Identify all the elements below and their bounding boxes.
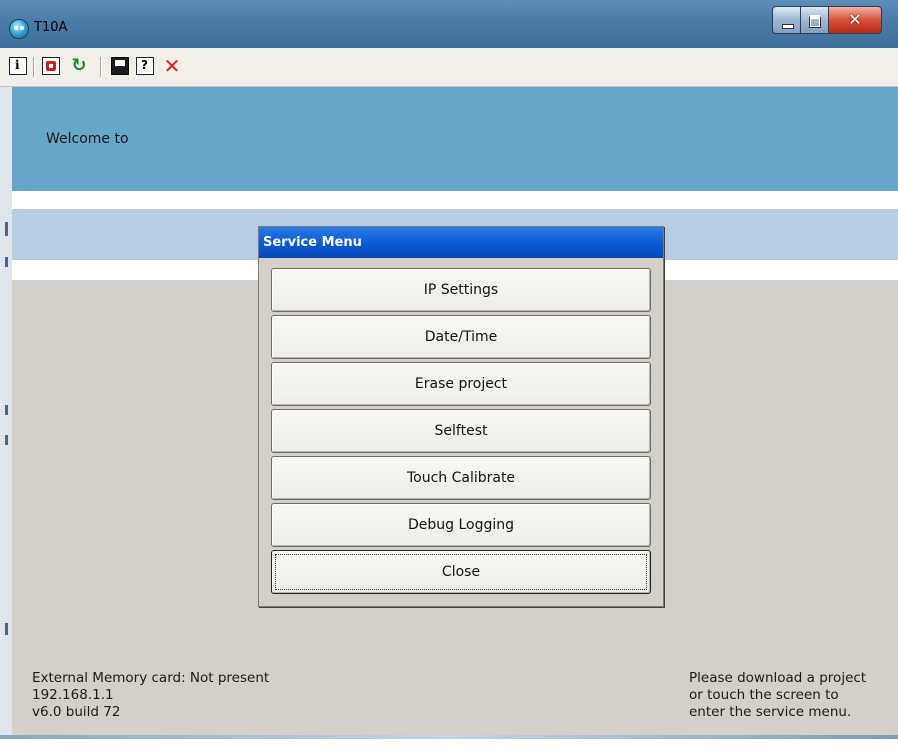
window-bottom-edge <box>0 735 898 752</box>
service-hint: Please download a project or touch the s… <box>689 670 894 721</box>
ip-settings-button[interactable]: IP Settings <box>271 268 651 312</box>
close-icon: ✕ <box>848 10 862 29</box>
hint-line: Please download a project <box>689 670 867 686</box>
service-menu-dialog: Service Menu IP Settings Date/Time Erase… <box>258 226 664 607</box>
erase-project-button[interactable]: Erase project <box>271 362 651 406</box>
maximize-button[interactable] <box>800 6 829 34</box>
separator-band <box>12 191 898 209</box>
memory-card-status: External Memory card: Not present <box>32 670 270 686</box>
toolbar-separator <box>33 57 35 77</box>
dialog-title-bar[interactable]: Service Menu <box>259 227 663 258</box>
close-button[interactable]: Close <box>271 550 651 594</box>
minimize-button[interactable] <box>772 6 801 34</box>
left-window-edge <box>0 87 12 752</box>
help-icon[interactable] <box>136 57 154 75</box>
toolbar-separator <box>100 57 102 77</box>
close-window-button[interactable]: ✕ <box>828 6 882 34</box>
selftest-button[interactable]: Selftest <box>271 409 651 453</box>
welcome-banner: Welcome to <box>12 87 898 191</box>
date-time-button[interactable]: Date/Time <box>271 315 651 359</box>
dialog-title: Service Menu <box>263 235 362 250</box>
version-label: v6.0 build 72 <box>32 704 121 720</box>
welcome-text: Welcome to <box>46 131 129 147</box>
window-title: T10A <box>34 20 68 35</box>
hint-line: enter the service menu. <box>689 704 852 720</box>
delete-icon[interactable]: ✕ <box>163 56 181 76</box>
debug-logging-button[interactable]: Debug Logging <box>271 503 651 547</box>
application-window: T10A ✕ ↻ ✕ Welcome to External Mem <box>0 0 898 752</box>
info-icon[interactable] <box>9 57 27 75</box>
touch-calibrate-button[interactable]: Touch Calibrate <box>271 456 651 500</box>
save-icon[interactable] <box>111 57 129 75</box>
window-controls: ✕ <box>772 6 898 36</box>
transfer-icon[interactable] <box>42 57 60 75</box>
ip-address: 192.168.1.1 <box>32 687 114 703</box>
close-button-label: Close <box>441 564 481 580</box>
title-bar[interactable]: T10A ✕ <box>0 0 898 48</box>
refresh-icon[interactable]: ↻ <box>70 57 88 75</box>
hint-line: or touch the screen to <box>689 687 839 703</box>
toolbar: ↻ ✕ <box>0 48 898 87</box>
app-icon <box>9 19 29 39</box>
